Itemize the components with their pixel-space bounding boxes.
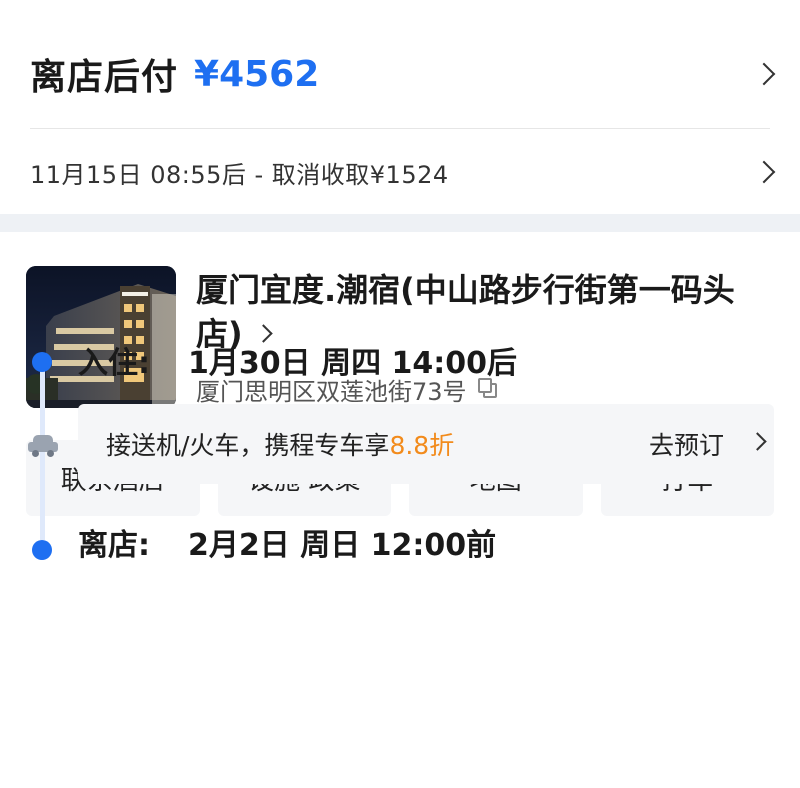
transfer-banner[interactable]: 接送机/火车，携程专车享 8.8折 去预订 [78,404,774,484]
checkin-label: 入住: [78,346,150,381]
checkin-row: 入住: 1月30日 周四 14:00后 [0,330,800,386]
checkin-value: 1月30日 周四 14:00后 [188,346,518,381]
car-icon [28,434,58,457]
payment-label: 离店后付 [30,57,179,98]
chevron-right-icon [748,432,767,451]
chevron-right-icon [752,160,776,184]
chevron-right-icon [752,62,776,86]
checkout-row: 离店: 2月2日 周日 12:00前 [0,512,800,568]
payment-card: 离店后付 ¥4562 11月15日 08:55后 - 取消收取¥1524 [0,0,800,214]
cancellation-policy-row[interactable]: 11月15日 08:55后 - 取消收取¥1524 [0,130,800,214]
payment-row[interactable]: 离店后付 ¥4562 [0,18,800,130]
timeline-dot-icon [32,540,52,560]
booking-detail-page: 离店后付 ¥4562 11月15日 08:55后 - 取消收取¥1524 厦门宜… [0,0,800,788]
payment-amount: ¥4562 [194,53,320,95]
transfer-discount: 8.8折 [389,431,455,460]
transfer-text: 接送机/火车，携程专车享 [106,431,390,460]
divider [30,128,770,129]
timeline-dot-icon [32,352,52,372]
hotel-card: 厦门宜度.潮宿(中山路步行街第一码头店) 厦门思明区双莲池街73号 联系酒店 设… [0,232,800,788]
book-link[interactable]: 去预订 [649,426,724,462]
checkout-label: 离店: [78,528,150,563]
cancellation-text: 11月15日 08:55后 - 取消收取¥1524 [30,160,449,189]
checkout-value: 2月2日 周日 12:00前 [188,528,497,563]
